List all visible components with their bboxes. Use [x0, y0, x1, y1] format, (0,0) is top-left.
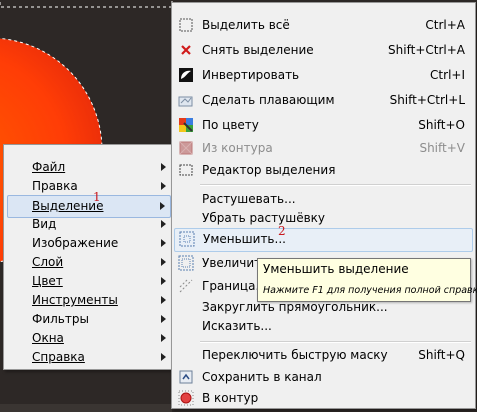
submenu-arrow-icon	[161, 334, 166, 342]
menu-item-label: Инструменты	[32, 293, 118, 307]
menu-separator	[200, 341, 471, 343]
menu-item-label: Из контура	[202, 141, 273, 155]
invert-icon	[179, 68, 193, 82]
menu-item-label: Исказить...	[202, 319, 272, 333]
menu-item-label: Инвертировать	[202, 68, 300, 82]
menu-item-feather[interactable]: Растушевать...	[172, 189, 475, 210]
menu-item-shortcut: Shift+O	[418, 118, 465, 132]
menu-item-label: Цвет	[32, 274, 63, 288]
menu-item-filters[interactable]: Фильтры	[4, 309, 174, 330]
select-all-icon	[179, 18, 193, 32]
menu-separator	[200, 184, 471, 186]
submenu-arrow-icon	[161, 258, 166, 266]
submenu-arrow-icon	[161, 315, 166, 323]
menu-item-label: По цвету	[202, 118, 259, 132]
to-path-icon	[178, 390, 194, 406]
menu-item-file[interactable]: Файл	[4, 157, 174, 178]
menu-item-distort[interactable]: Исказить...	[172, 316, 475, 337]
tooltip: Уменьшить выделение Нажмите F1 для получ…	[257, 258, 477, 302]
submenu-arrow-icon	[161, 277, 166, 285]
menu-item-label: Правка	[32, 179, 78, 193]
submenu-arrow-icon	[161, 239, 166, 247]
menu-item-shortcut: Ctrl+I	[430, 68, 465, 82]
image-context-menu: Файл Правка Выделение Вид Изображение Сл…	[3, 144, 175, 370]
menu-item-selection-editor[interactable]: Редактор выделения	[172, 160, 475, 181]
submenu-arrow-icon	[160, 202, 165, 210]
menu-item-shortcut: Shift+Ctrl+L	[389, 93, 465, 107]
menu-item-label: Выделить всё	[202, 18, 290, 32]
submenu-arrow-icon	[161, 353, 166, 361]
from-path-icon	[179, 141, 193, 155]
submenu-arrow-icon	[161, 220, 166, 228]
menu-item-help[interactable]: Справка	[4, 347, 174, 368]
menu-item-from-path: Из контура Shift+V	[172, 138, 475, 159]
menu-item-label: Изображение	[32, 236, 119, 250]
cross-icon	[181, 45, 191, 55]
menu-item-label: В контур	[202, 391, 259, 405]
menu-item-label: Редактор выделения	[202, 163, 336, 177]
menu-item-toggle-quick-mask[interactable]: Переключить быструю маску Shift+Q	[172, 345, 475, 366]
select-submenu: Выделить всё Ctrl+A Снять выделение Shif…	[171, 2, 476, 409]
step-marker-2: 2	[278, 224, 286, 238]
menu-item-label: Убрать растушёвку	[202, 211, 326, 225]
menu-item-label: Окна	[32, 331, 64, 345]
tooltip-title: Уменьшить выделение	[263, 262, 409, 276]
submenu-arrow-icon	[161, 296, 166, 304]
step-marker-1: 1	[93, 190, 101, 204]
menu-item-label: Файл	[32, 160, 66, 174]
menu-item-to-path[interactable]: В контур	[172, 388, 475, 409]
menu-item-layer[interactable]: Слой	[4, 252, 174, 273]
save-channel-icon	[179, 370, 193, 384]
menu-item-shortcut: Shift+Q	[418, 348, 465, 362]
menu-item-colors[interactable]: Цвет	[4, 271, 174, 292]
float-icon	[178, 96, 193, 107]
menu-item-shortcut: Ctrl+A	[425, 18, 465, 32]
menu-item-windows[interactable]: Окна	[4, 328, 174, 349]
by-color-icon	[179, 118, 193, 132]
menu-item-shrink[interactable]: Уменьшить...	[174, 228, 473, 252]
canvas-bottom-strip	[0, 404, 172, 412]
menu-item-label: Переключить быструю маску	[202, 348, 388, 362]
submenu-arrow-icon	[161, 182, 166, 190]
shrink-icon	[179, 231, 195, 247]
menu-item-label: Снять выделение	[202, 43, 314, 57]
grow-icon	[178, 255, 194, 271]
selection-editor-icon	[179, 164, 193, 176]
menu-item-label: Фильтры	[32, 312, 89, 326]
tooltip-hint: Нажмите F1 для получения полной справки	[263, 285, 477, 296]
menu-item-float[interactable]: Сделать плавающим Shift+Ctrl+L	[172, 90, 475, 111]
menu-item-label: Растушевать...	[202, 192, 296, 206]
menu-item-label: Уменьшить...	[203, 232, 286, 246]
menu-item-shortcut: Shift+V	[419, 141, 465, 155]
menu-item-label: Вид	[32, 217, 57, 231]
menu-item-label: Сохранить в канал	[202, 370, 322, 384]
menu-item-label: Закруглить прямоугольник...	[202, 300, 388, 314]
menu-item-image[interactable]: Изображение	[4, 233, 174, 254]
menu-item-tools[interactable]: Инструменты	[4, 290, 174, 311]
menu-item-select-all[interactable]: Выделить всё Ctrl+A	[172, 15, 475, 36]
menu-item-save-to-channel[interactable]: Сохранить в канал	[172, 367, 475, 388]
menu-item-invert[interactable]: Инвертировать Ctrl+I	[172, 65, 475, 86]
menu-item-label: Справка	[32, 350, 85, 364]
menu-item-shortcut: Shift+Ctrl+A	[388, 43, 465, 57]
submenu-arrow-icon	[161, 163, 166, 171]
menu-item-label: Слой	[32, 255, 64, 269]
menu-item-by-color[interactable]: По цвету Shift+O	[172, 115, 475, 136]
menu-item-select-none[interactable]: Снять выделение Shift+Ctrl+A	[172, 40, 475, 61]
menu-item-label: Сделать плавающим	[202, 93, 335, 107]
menu-item-view[interactable]: Вид	[4, 214, 174, 235]
menu-item-edit[interactable]: Правка	[4, 176, 174, 197]
border-icon	[179, 279, 193, 293]
menu-item-sharpen[interactable]: Убрать растушёвку	[172, 208, 475, 229]
